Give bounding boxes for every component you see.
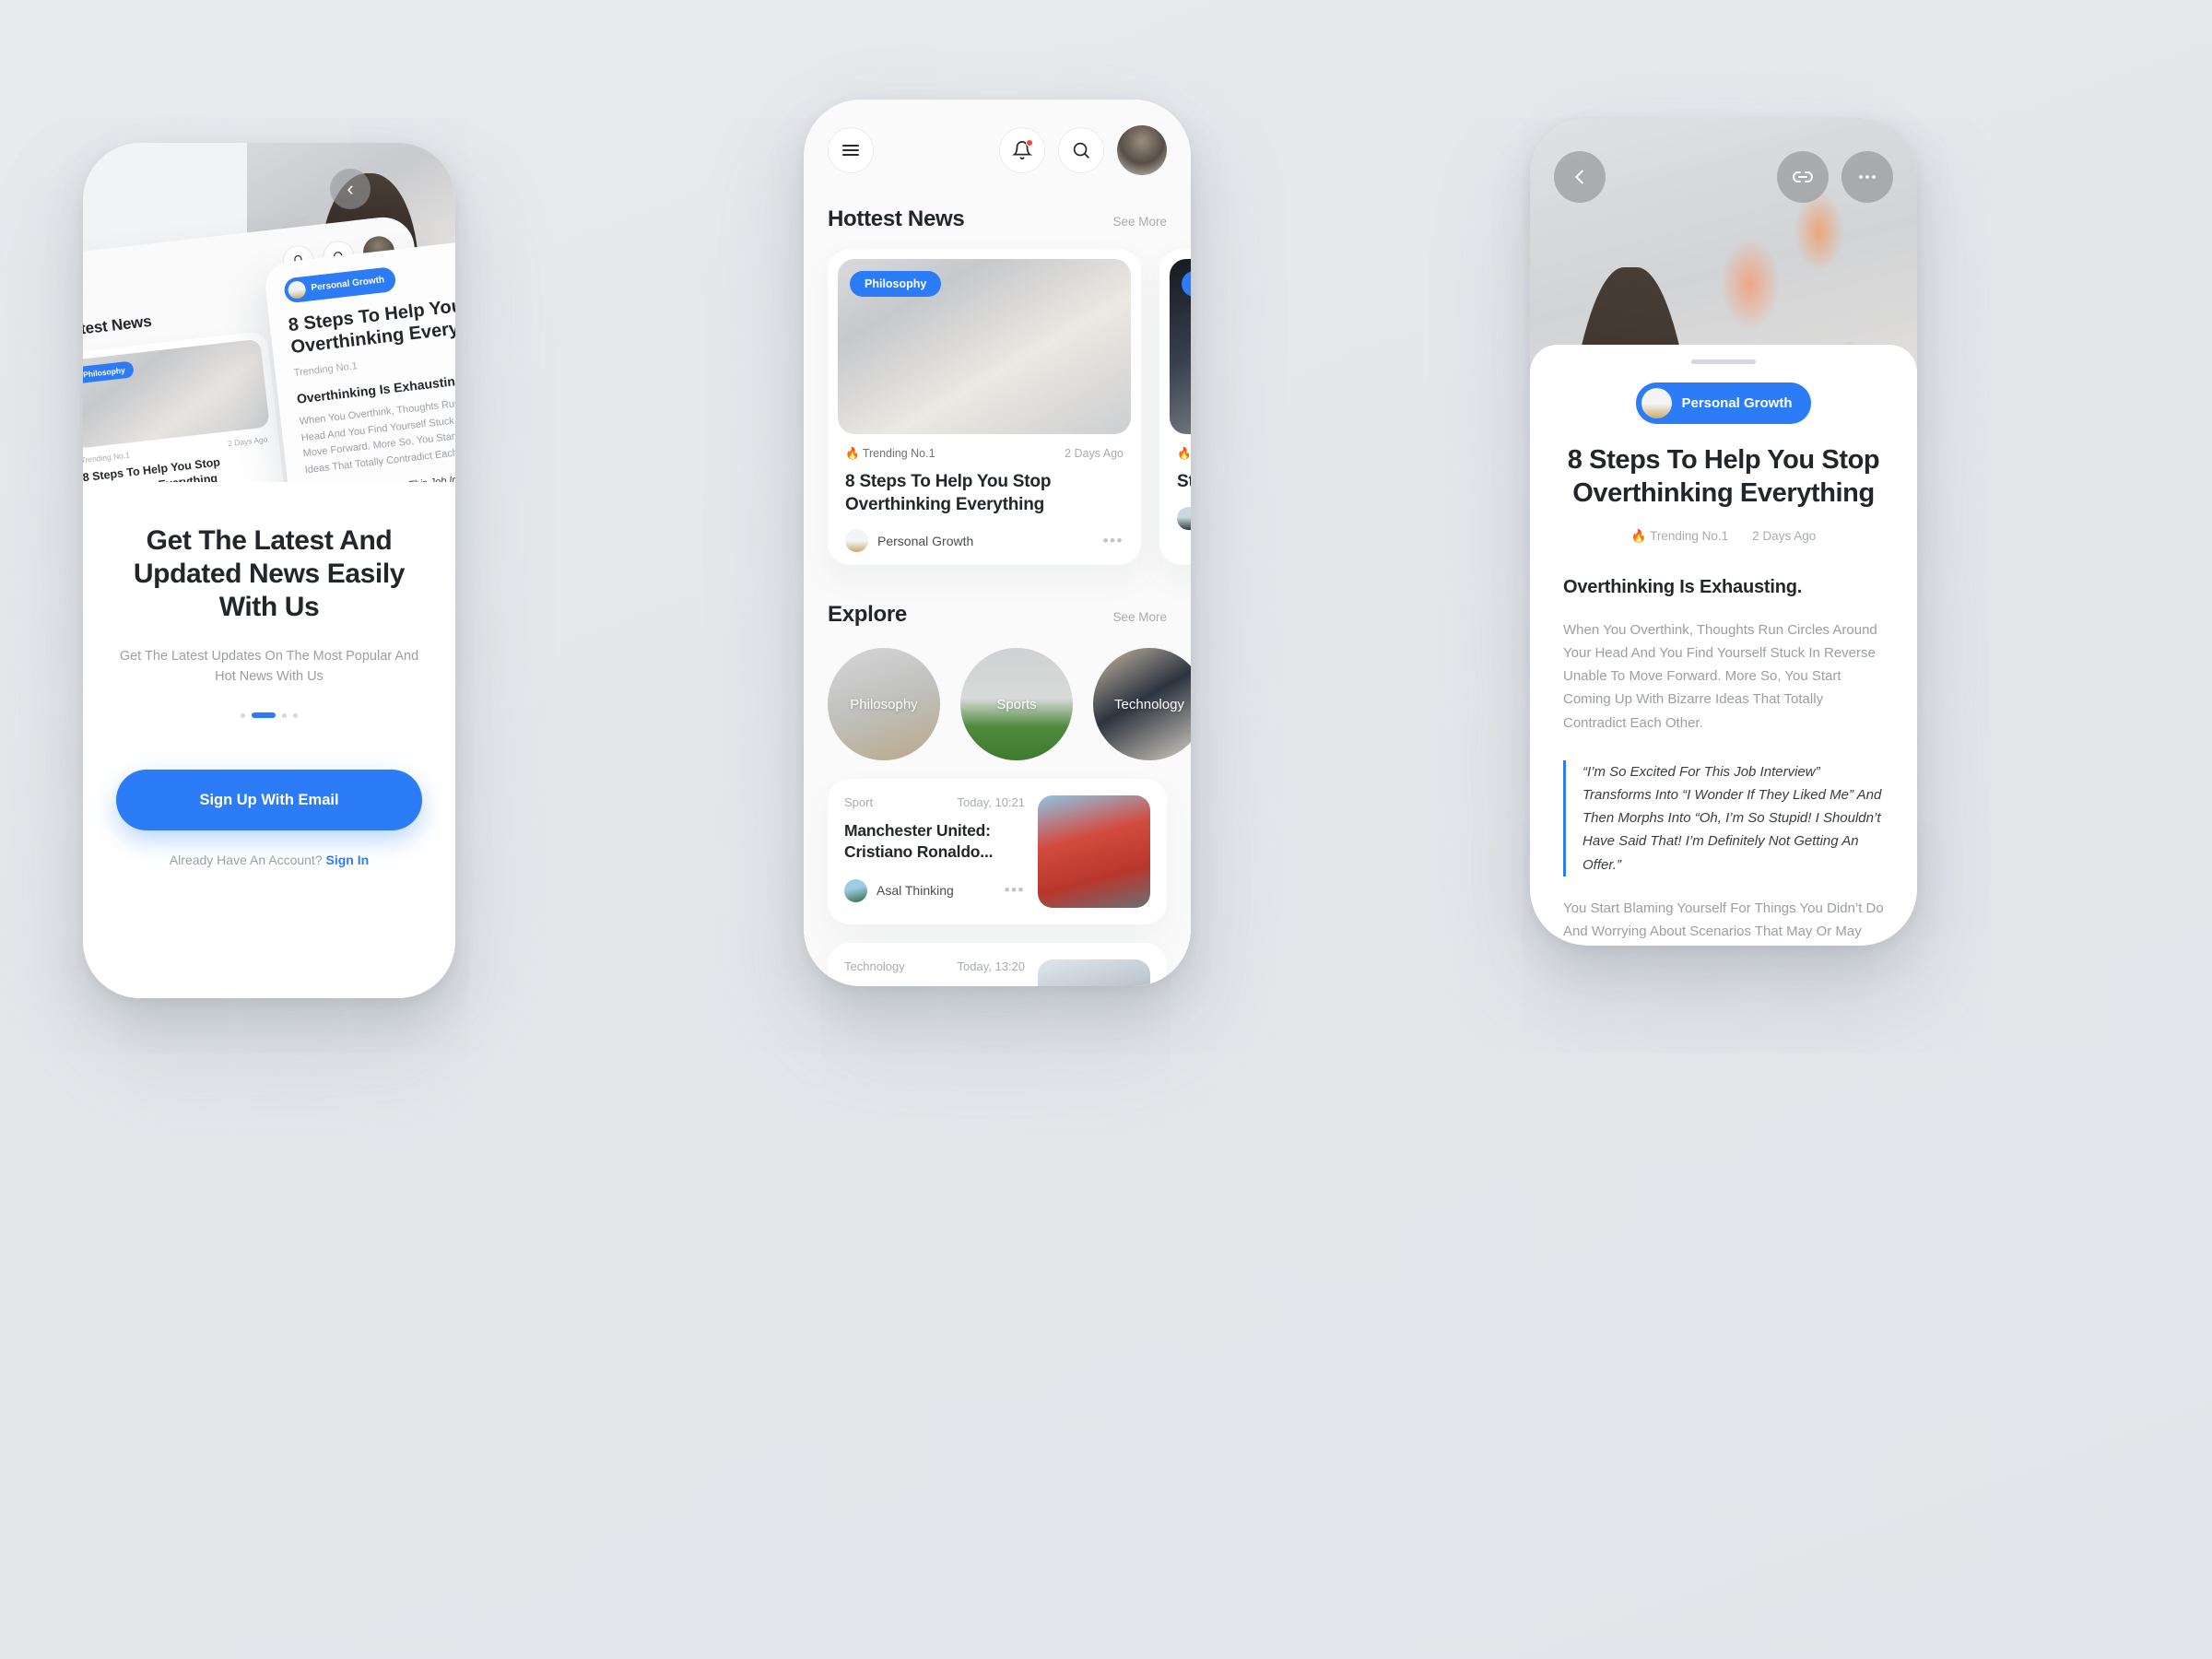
news-title: Stoic Hollywood [1177,472,1191,491]
category-label: Technology [1114,696,1184,712]
carousel-pager[interactable] [116,712,422,719]
more-horizontal-icon[interactable] [1841,151,1893,203]
category-circle-philosophy[interactable]: Philosophy [828,648,940,761]
preview-section-title: Hottest News [83,312,153,341]
feed-phone: Hottest News See More Philosophy 🔥 Trend… [804,100,1191,986]
article-subheading: Overthinking Is Exhausting. [1563,576,1803,597]
more-horizontal-icon[interactable]: ••• [1103,532,1124,550]
trending-text: Trending No.1 [1650,528,1729,543]
notification-badge [1026,139,1033,147]
article-category-row: Personal Growth [1563,382,1884,424]
bell-icon[interactable] [999,127,1045,173]
trending-label: Trending No.1 [83,450,131,465]
article-title: 8 Steps To Help You Stop Overthinking Ev… [1567,445,1880,508]
feed-header [804,125,1191,175]
chevron-left-icon[interactable] [1554,151,1606,203]
article-quote: “I’m So Excited For This Job Interview” … [1563,759,1884,877]
sign-up-button[interactable]: Sign Up With Email [116,770,422,831]
pager-dot[interactable] [293,712,298,718]
section-title-hottest: Hottest News [828,206,965,231]
news-card[interactable]: Philosophy 🔥 Trending No.1 2 Days Ago St… [1159,249,1191,566]
page-subtitle: Get The Latest Updates On The Most Popul… [119,649,419,685]
category-pill-label: Personal Growth [1681,395,1793,411]
list-item[interactable]: Sport Today, 10:21 Manchester United: Cr… [828,779,1167,925]
hottest-news-header: Hottest News See More [804,206,1191,232]
list-category: Technology [844,959,905,974]
category-circle-sports[interactable]: Sports [960,648,1073,761]
category-badge: Philosophy [83,360,135,384]
list-category: Sport [844,795,874,810]
search-icon[interactable] [1058,127,1104,173]
news-card[interactable]: Philosophy 🔥 Trending No.1 2 Days Ago 8 … [828,249,1141,566]
article-sheet: Personal Growth 8 Steps To Help You Stop… [1530,345,1917,946]
hamburger-icon[interactable] [828,127,874,173]
sheet-drag-handle[interactable] [1691,359,1756,364]
category-label: Sports [996,696,1037,712]
link-icon[interactable] [1777,151,1829,203]
article-toolbar [1530,151,1917,203]
category-pill-label: Personal Growth [310,275,385,294]
time-label: 2 Days Ago [1752,528,1817,543]
category-badge: Philosophy [850,271,942,297]
avatar[interactable] [1117,125,1167,175]
category-avatar [287,280,307,300]
explore-header: Explore See More [804,602,1191,628]
source-avatar [845,529,868,553]
news-photo: Philosophy [83,338,270,449]
trending-text: Trending No.1 [862,447,935,460]
news-photo: Philosophy [1170,259,1191,434]
preview-article-screen: Personal Growth 8 Steps To Help You Stop… [263,229,455,482]
category-badge: Philosophy [1182,271,1191,297]
list-time: Today, 10:21 [957,795,1025,810]
preview-news-card: Philosophy Trending No.1 2 Days Ago 8 St… [83,330,288,482]
sign-in-link[interactable]: Sign In [326,853,370,867]
onboarding-preview-stack: ‹ Hottest News See More [83,143,455,482]
source-avatar [1177,506,1191,530]
time-label: 2 Days Ago [227,434,268,449]
section-title-explore: Explore [828,602,907,628]
trending-label: 🔥 Trending No.1 [845,447,935,460]
time-label: 2 Days Ago [1065,447,1124,460]
onboarding-phone: ‹ Hottest News See More [83,143,455,998]
more-horizontal-icon[interactable]: ••• [1005,881,1025,900]
account-prompt: Already Have An Account? Sign In [116,853,422,867]
category-circle-technology[interactable]: Technology [1093,648,1191,761]
category-pill[interactable]: Personal Growth [1636,382,1811,424]
preview-back-icon: ‹ [330,169,371,209]
article-meta: 🔥 Trending No.1 2 Days Ago [1563,529,1884,544]
article-phone: Personal Growth 8 Steps To Help You Stop… [1530,118,1917,946]
see-more-explore[interactable]: See More [1112,610,1167,624]
onboarding-body: Get The Latest And Updated News Easily W… [83,482,455,998]
category-avatar [1641,388,1673,418]
list-title: Manchester United: Cristiano Ronaldo... [844,821,994,862]
account-prompt-text: Already Have An Account? [169,853,323,868]
category-pill: Personal Growth [283,265,397,304]
article-paragraph-2: You Start Blaming Yourself For Things Yo… [1563,900,1884,939]
news-photo: Philosophy [838,259,1131,434]
trending-label: 🔥 Trending No.1 [1177,447,1191,460]
list-item[interactable]: Technology Today, 13:20 [828,943,1167,986]
pager-dot-active[interactable] [252,712,276,719]
list-thumbnail [1038,795,1150,909]
page-title: Get The Latest And Updated News Easily W… [133,525,406,622]
hottest-news-carousel[interactable]: Philosophy 🔥 Trending No.1 2 Days Ago 8 … [804,249,1191,566]
list-time: Today, 13:20 [957,959,1025,974]
category-label: Philosophy [850,696,918,712]
news-title: 8 Steps To Help You Stop Overthinking Ev… [845,472,1052,514]
pager-dot[interactable] [241,712,245,718]
see-more-hottest[interactable]: See More [1112,215,1167,229]
pager-dot[interactable] [282,712,287,718]
source-name: Asal Thinking [877,883,954,899]
list-thumbnail [1038,959,1150,986]
source-name: Personal Growth [877,533,974,548]
trending-label: 🔥 Trending No.1 [1630,528,1729,543]
feed-screen: Hottest News See More Philosophy 🔥 Trend… [804,100,1191,986]
article-paragraph-1: When You Overthink, Thoughts Run Circles… [1563,621,1877,731]
explore-category-list[interactable]: Philosophy Sports Technology Science [804,648,1191,761]
source-avatar [844,878,867,902]
